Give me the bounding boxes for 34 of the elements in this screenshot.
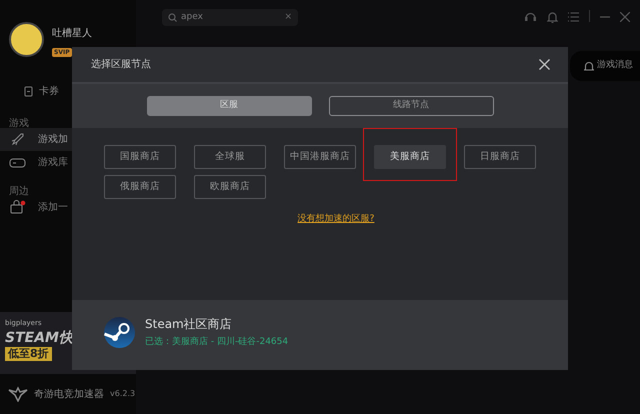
- discount-tag: 低至8折: [5, 346, 52, 361]
- ticket-icon: [24, 86, 33, 96]
- region-option[interactable]: 俄服商店: [104, 175, 176, 199]
- menu-icon[interactable]: [568, 12, 579, 22]
- dialog-title: 选择区服节点: [91, 58, 151, 72]
- bag-icon: [9, 200, 26, 215]
- tab[interactable]: 线路节点: [328, 96, 494, 116]
- rocket-icon: [9, 132, 26, 147]
- close-icon[interactable]: [539, 59, 550, 70]
- app-version: v6.2.3: [110, 388, 136, 400]
- headset-icon[interactable]: [524, 10, 537, 23]
- messages-button[interactable]: 游戏消息: [570, 51, 640, 81]
- bell-icon: [584, 60, 594, 72]
- region-option[interactable]: 全球服: [194, 145, 266, 169]
- region-option[interactable]: 美服商店: [374, 145, 446, 169]
- region-option[interactable]: 欧服商店: [194, 175, 266, 199]
- search-icon: [168, 13, 177, 22]
- region-option[interactable]: 中国港服商店: [284, 145, 356, 169]
- steam-logo-icon: [104, 316, 135, 348]
- section-heading: 游戏: [9, 118, 29, 129]
- bell-icon[interactable]: [547, 10, 558, 22]
- section-heading: 周边: [9, 186, 29, 197]
- app-name: 奇游电竞加速器: [34, 388, 104, 402]
- avatar[interactable]: [9, 22, 44, 57]
- selection-status: 已选：美服商店 - 四川-硅谷-24654: [145, 336, 288, 348]
- user-name: 吐槽星人: [52, 26, 92, 41]
- store-name: Steam社区商店: [145, 316, 233, 333]
- tab[interactable]: 区服: [146, 96, 312, 116]
- wings-logo-icon: [8, 386, 28, 402]
- region-option[interactable]: 日服商店: [464, 145, 536, 169]
- region-option[interactable]: 国服商店: [104, 145, 176, 169]
- clear-button[interactable]: ×: [284, 10, 292, 24]
- search-field[interactable]: apex ×: [162, 9, 298, 26]
- coupon-link[interactable]: 卡券: [39, 84, 59, 98]
